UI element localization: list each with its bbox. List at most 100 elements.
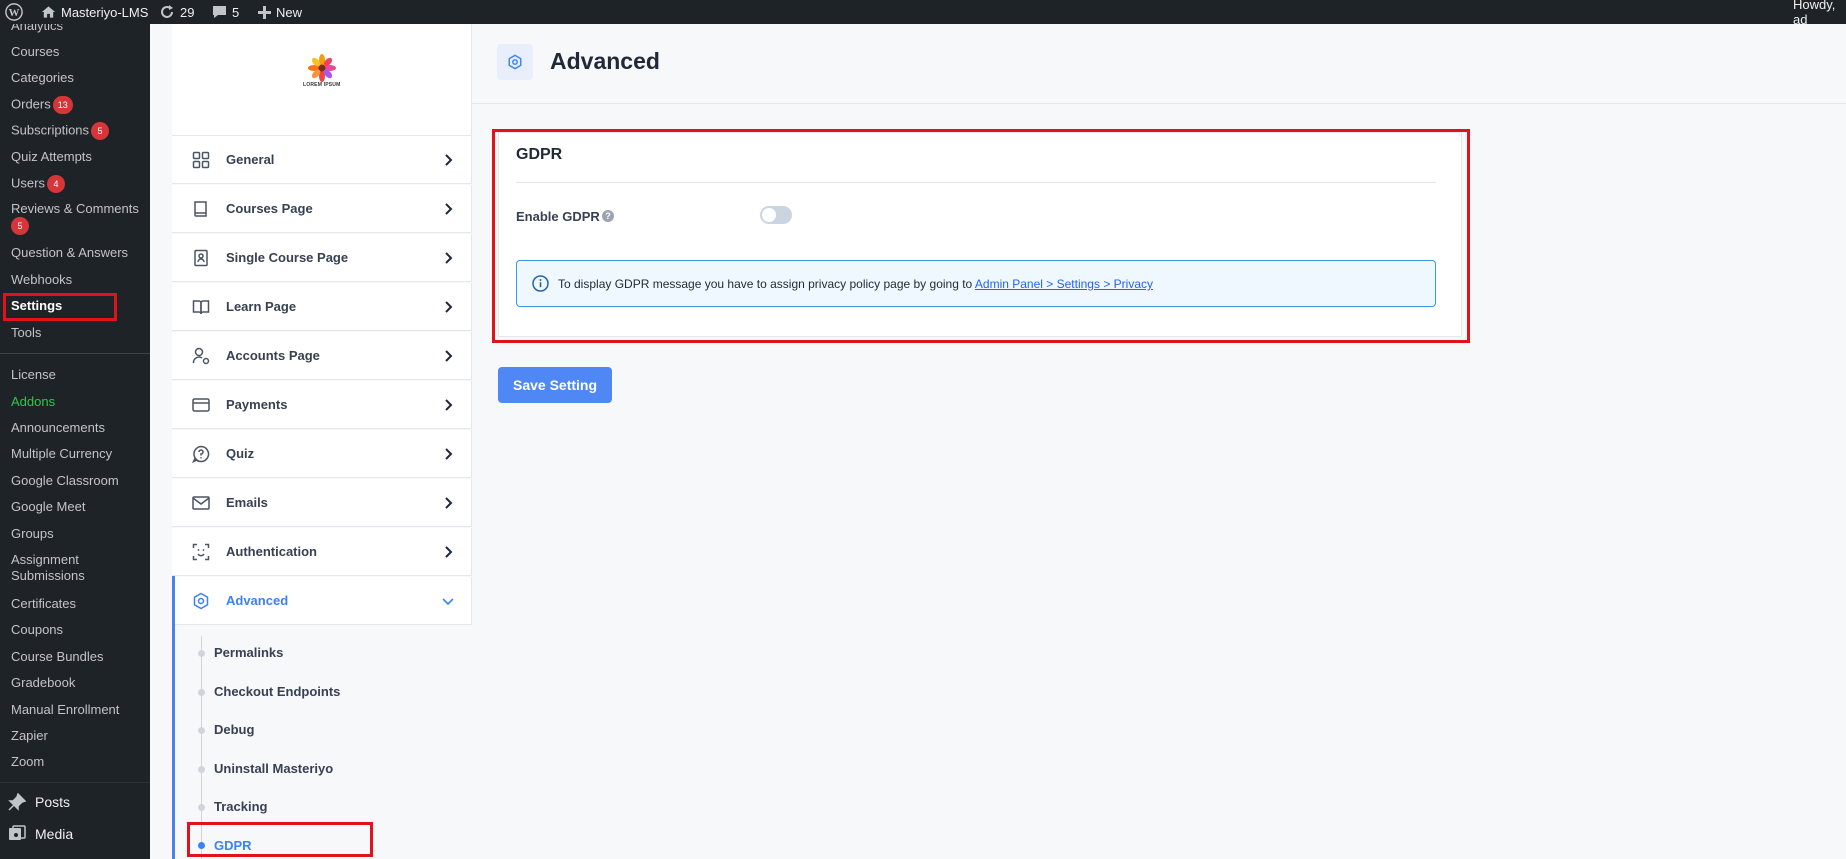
comments-count: 5 <box>232 4 240 20</box>
chevron-right-icon <box>445 497 453 509</box>
main-content: Advanced GDPR Enable GDPR ? To display G… <box>472 24 1846 859</box>
chevron-right-icon <box>445 154 453 166</box>
subnav-tracking[interactable]: Tracking <box>214 799 267 814</box>
chevron-right-icon <box>445 448 453 460</box>
question-bubble-icon <box>192 445 210 463</box>
face-scan-icon <box>192 543 210 561</box>
save-setting-button[interactable]: Save Setting <box>498 367 612 403</box>
advanced-active-indicator <box>172 576 175 859</box>
toggle-knob <box>762 208 776 222</box>
nav-payments[interactable]: Payments <box>172 381 472 429</box>
nav-advanced[interactable]: Advanced <box>172 577 472 625</box>
card-divider <box>516 182 1436 183</box>
media-icon <box>9 825 26 840</box>
nav-accounts-page[interactable]: Accounts Page <box>172 332 472 380</box>
wordpress-logo-icon[interactable]: W <box>5 0 23 24</box>
chevron-right-icon <box>445 252 453 264</box>
subitem-dot <box>198 804 205 811</box>
menu-item-certificates[interactable]: Certificates <box>11 596 76 612</box>
nav-general[interactable]: General <box>172 136 472 184</box>
menu-item-groups[interactable]: Groups <box>11 526 54 542</box>
nav-courses-page[interactable]: Courses Page <box>172 185 472 233</box>
gear-icon <box>193 592 209 610</box>
book-icon <box>194 201 207 217</box>
menu-item-posts[interactable]: Posts <box>8 793 70 811</box>
chevron-right-icon <box>445 203 453 215</box>
subnav-checkout-endpoints[interactable]: Checkout Endpoints <box>214 684 340 699</box>
subitem-dot <box>198 766 205 773</box>
privacy-settings-link[interactable]: Admin Panel > Settings > Privacy <box>975 277 1153 291</box>
menu-item-quiz-attempts[interactable]: Quiz Attempts <box>11 149 92 165</box>
gear-icon <box>508 54 522 70</box>
page-header-icon-box <box>497 44 533 80</box>
menu-item-manual-enrollment[interactable]: Manual Enrollment <box>11 702 119 718</box>
brand-logo-panel: LOREM IPSUM <box>172 24 472 136</box>
my-account-link[interactable]: Howdy, ad <box>1793 0 1846 27</box>
subnav-uninstall-masteriyo[interactable]: Uninstall Masteriyo <box>214 761 333 776</box>
menu-item-courses[interactable]: Courses <box>11 44 59 60</box>
id-card-icon <box>194 249 208 267</box>
chevron-right-icon <box>445 301 453 313</box>
menu-item-users[interactable]: Users 4 <box>11 175 65 193</box>
subnav-gdpr[interactable]: GDPR <box>214 838 252 853</box>
menu-item-multiple-currency[interactable]: Multiple Currency <box>11 446 112 462</box>
nav-authentication[interactable]: Authentication <box>172 528 472 576</box>
wp-menu-lower: Posts Media <box>0 782 150 859</box>
menu-item-orders[interactable]: Orders 13 <box>11 96 73 114</box>
info-icon <box>532 275 549 292</box>
menu-item-google-meet[interactable]: Google Meet <box>11 499 85 515</box>
enable-gdpr-toggle[interactable] <box>760 206 792 224</box>
plus-icon <box>258 5 271 19</box>
gdpr-card-title: GDPR <box>516 146 563 163</box>
menu-item-analytics[interactable]: Analytics <box>11 24 63 34</box>
updates-link[interactable]: 29 <box>159 0 194 24</box>
menu-item-announcements[interactable]: Announcements <box>11 420 105 436</box>
subitem-dot <box>198 650 205 657</box>
comment-icon <box>213 6 226 18</box>
menu-item-reviews[interactable]: Reviews & Comments 5 <box>11 201 146 235</box>
nav-learn-page[interactable]: Learn Page <box>172 283 472 331</box>
help-icon[interactable]: ? <box>602 210 614 222</box>
menu-item-google-classroom[interactable]: Google Classroom <box>11 473 119 489</box>
open-book-icon <box>192 300 210 315</box>
info-message-text: To display GDPR message you have to assi… <box>558 277 975 291</box>
menu-item-question-answers[interactable]: Question & Answers <box>11 245 128 261</box>
envelope-icon <box>192 496 210 510</box>
menu-item-addons[interactable]: Addons <box>11 394 55 410</box>
chevron-down-icon <box>442 598 454 606</box>
menu-item-gradebook[interactable]: Gradebook <box>11 675 75 691</box>
subnav-permalinks[interactable]: Permalinks <box>214 645 283 660</box>
enable-gdpr-label: Enable GDPR <box>516 209 600 224</box>
nav-single-course-page[interactable]: Single Course Page <box>172 234 472 282</box>
menu-item-zapier[interactable]: Zapier <box>11 728 48 744</box>
menu-item-subscriptions[interactable]: Subscriptions 5 <box>11 122 110 140</box>
menu-item-categories[interactable]: Categories <box>11 70 74 86</box>
new-content-link[interactable]: New <box>258 0 302 24</box>
reviews-count-badge: 5 <box>11 217 29 235</box>
chevron-right-icon <box>445 399 453 411</box>
menu-item-settings[interactable]: Settings <box>11 298 62 314</box>
updates-count: 29 <box>180 4 195 20</box>
menu-separator <box>0 353 150 354</box>
menu-item-media[interactable]: Media <box>8 825 73 843</box>
subitem-dot-active <box>198 842 205 849</box>
nav-quiz[interactable]: Quiz <box>172 430 472 478</box>
menu-item-course-bundles[interactable]: Course Bundles <box>11 649 104 665</box>
subnav-debug[interactable]: Debug <box>214 722 254 737</box>
comments-link[interactable]: 5 <box>212 0 239 24</box>
nav-emails[interactable]: Emails <box>172 479 472 527</box>
menu-item-webhooks[interactable]: Webhooks <box>11 272 72 288</box>
menu-item-assignment-submissions[interactable]: Assignment Submissions <box>11 552 106 584</box>
menu-item-license[interactable]: License <box>11 367 56 383</box>
pushpin-icon <box>8 793 26 811</box>
site-name-link[interactable]: Masteriyo-LMS <box>41 0 148 24</box>
svg-text:W: W <box>9 7 20 19</box>
credit-card-icon <box>192 398 210 412</box>
menu-item-zoom[interactable]: Zoom <box>11 754 44 770</box>
settings-nav: LOREM IPSUM General Courses Page Single … <box>172 24 472 859</box>
menu-item-coupons[interactable]: Coupons <box>11 622 63 638</box>
chevron-right-icon <box>445 546 453 558</box>
menu-item-tools[interactable]: Tools <box>11 325 41 341</box>
page-header: Advanced <box>472 24 1846 104</box>
subscriptions-count-badge: 5 <box>91 122 110 140</box>
